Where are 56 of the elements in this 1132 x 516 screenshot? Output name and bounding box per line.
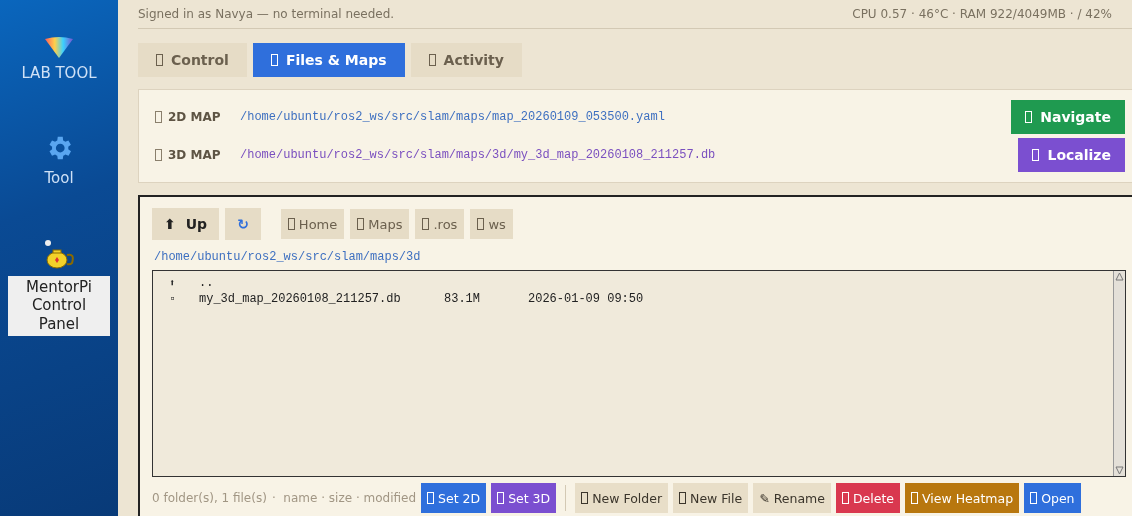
missing-glyph-icon xyxy=(842,492,849,504)
app-label[interactable]: LAB TOOL xyxy=(21,64,97,83)
map-action-button[interactable]: Localize xyxy=(1018,138,1125,172)
missing-glyph-icon xyxy=(287,218,295,230)
file-row[interactable]: ▫ my_3d_map_20260108_211257.db 83.1M 2026-01-09 09:50 xyxy=(169,291,1113,307)
app-label[interactable]: Tool xyxy=(44,168,74,188)
missing-glyph-icon xyxy=(270,54,278,66)
bookmark-button[interactable]: Maps xyxy=(350,209,410,239)
missing-glyph-icon xyxy=(428,54,436,66)
file-action-button[interactable]: New Folder xyxy=(575,483,669,513)
file-action-button[interactable]: Set 3D xyxy=(491,483,557,513)
scrollbar[interactable] xyxy=(1113,271,1125,476)
file-action-button[interactable]: Delete xyxy=(836,483,901,513)
file-action-button[interactable]: New File xyxy=(673,483,749,513)
bookmark-button[interactable]: Home xyxy=(280,209,345,239)
missing-glyph-icon xyxy=(1025,111,1033,123)
tab[interactable]: Files & Maps xyxy=(252,43,405,77)
file-count: 0 folder(s), 1 file(s) xyxy=(152,491,267,505)
tab[interactable]: Control xyxy=(138,43,247,77)
parent-dir-row[interactable]: ⬆ .. xyxy=(169,275,1113,291)
map-label: 2D MAP xyxy=(168,110,222,124)
bookmark-button[interactable]: ws xyxy=(470,209,513,239)
up-button[interactable]: ⬆ Up xyxy=(152,208,220,240)
file-action-button[interactable]: Open xyxy=(1024,483,1081,513)
current-path: /home/ubuntu/ros2_ws/src/slam/maps/3d xyxy=(154,250,421,264)
map-action-button[interactable]: Navigate xyxy=(1011,100,1125,134)
file-action-button[interactable]: ✎ Rename xyxy=(753,483,831,513)
missing-glyph-icon xyxy=(911,492,919,504)
signed-in-text: Signed in as Navya — no terminal needed. xyxy=(138,7,395,21)
missing-glyph-icon xyxy=(422,218,430,230)
system-stats: CPU 0.57 · 46°C · RAM 922/4049MB · / 42% xyxy=(852,7,1112,21)
file-action-button[interactable]: Set 2D xyxy=(421,483,487,513)
map-label: 3D MAP xyxy=(168,148,222,162)
scroll-down-icon[interactable] xyxy=(1114,465,1125,476)
app-label[interactable]: MentorPi Control Panel xyxy=(8,275,110,336)
missing-glyph-icon xyxy=(1030,492,1038,504)
missing-glyph-icon xyxy=(155,111,162,123)
missing-glyph-icon xyxy=(357,218,365,230)
prism-logo-icon xyxy=(44,36,74,58)
missing-glyph-icon xyxy=(1032,149,1040,161)
refresh-button[interactable]: ↻ xyxy=(225,208,261,240)
file-action-button[interactable]: View Heatmap xyxy=(905,483,1020,513)
bookmark-button[interactable]: .ros xyxy=(415,209,465,239)
missing-glyph-icon xyxy=(427,492,435,504)
missing-glyph-icon xyxy=(155,149,162,161)
missing-glyph-icon xyxy=(581,492,589,504)
map-path: /home/ubuntu/ros2_ws/src/slam/maps/map_20260109_053500.yaml xyxy=(240,110,666,124)
missing-glyph-icon xyxy=(156,54,163,66)
missing-glyph-icon xyxy=(679,492,687,504)
missing-glyph-icon xyxy=(477,218,485,230)
scroll-up-icon[interactable] xyxy=(1114,271,1125,282)
map-path: /home/ubuntu/ros2_ws/src/slam/maps/3d/my_3d_map_20260108_211257.db xyxy=(240,148,717,162)
missing-glyph-icon xyxy=(497,492,505,504)
tab[interactable]: Activity xyxy=(410,43,522,77)
teapot-icon[interactable] xyxy=(42,237,76,270)
sort-hint: · name · size · modified xyxy=(271,491,417,505)
